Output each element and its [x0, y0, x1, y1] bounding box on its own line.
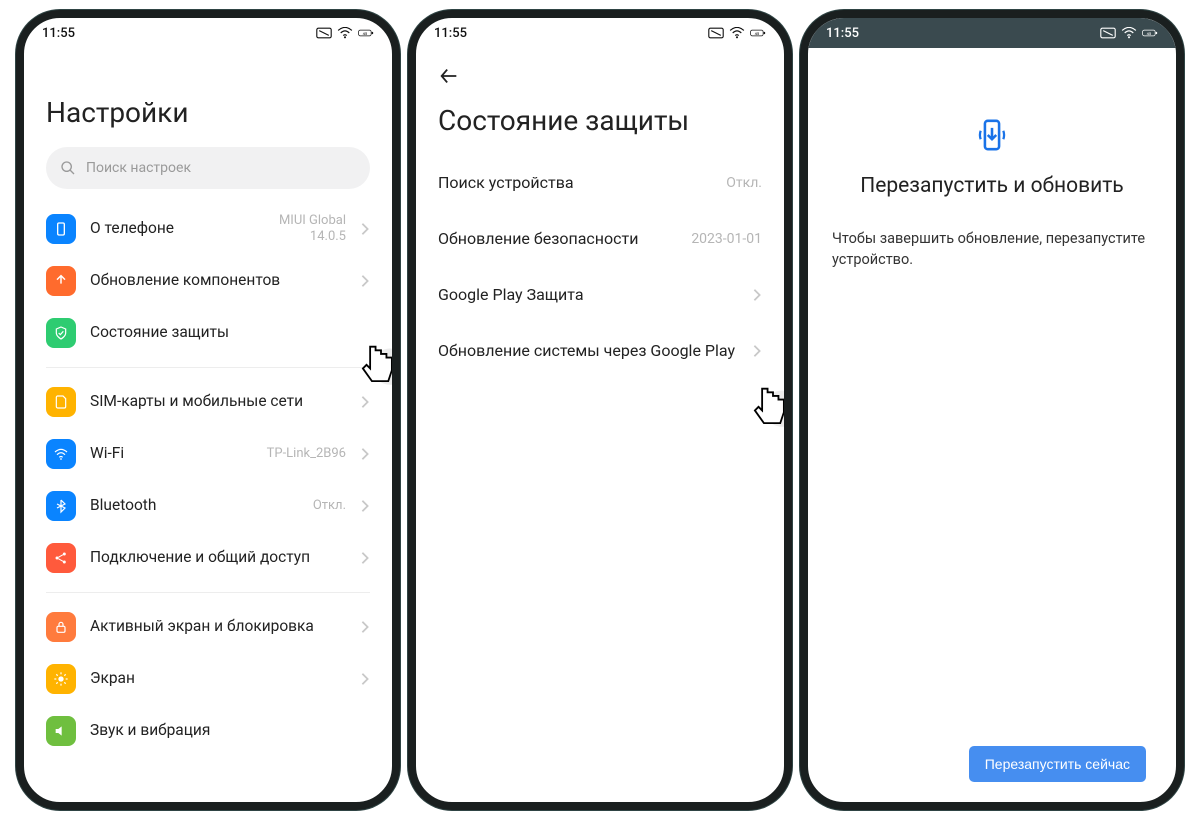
- bluetooth-icon: [46, 491, 76, 521]
- row-label: Bluetooth: [90, 496, 299, 515]
- wifi-icon: [337, 27, 353, 39]
- chevron-right-icon: [360, 274, 370, 288]
- chevron-right-icon: [360, 499, 370, 513]
- row-value: Откл.: [726, 175, 762, 191]
- divider: [46, 592, 370, 593]
- svg-text:45: 45: [755, 31, 760, 36]
- svg-text:45: 45: [363, 31, 368, 36]
- status-time: 11:55: [434, 26, 467, 41]
- dialog-title: Перезапустить и обновить: [860, 174, 1123, 198]
- battery-icon: 45: [358, 27, 374, 39]
- chevron-right-icon: [360, 620, 370, 634]
- wifi-icon: [729, 27, 745, 39]
- chevron-right-icon: [360, 551, 370, 565]
- chevron-right-icon: [752, 344, 762, 358]
- row-display[interactable]: Экран: [46, 653, 370, 705]
- search-placeholder: Поиск настроек: [86, 160, 191, 176]
- speaker-icon: [46, 716, 76, 746]
- row-connection-sharing[interactable]: Подключение и общий доступ: [46, 532, 370, 584]
- row-security-status[interactable]: Состояние защиты: [46, 307, 370, 359]
- status-time: 11:55: [826, 26, 859, 41]
- row-sub: Откл.: [313, 498, 346, 514]
- row-label: SIM-карты и мобильные сети: [90, 392, 346, 411]
- phone-icon: [46, 214, 76, 244]
- back-button[interactable]: [438, 62, 466, 90]
- update-icon: [46, 266, 76, 296]
- chevron-right-icon: [360, 672, 370, 686]
- row-label: Звук и вибрация: [90, 721, 370, 740]
- row-about-phone[interactable]: О телефоне MIUI Global 14.0.5: [46, 203, 370, 255]
- chevron-right-icon: [752, 288, 762, 302]
- search-input[interactable]: Поиск настроек: [46, 147, 370, 189]
- row-label: Подключение и общий доступ: [90, 548, 346, 567]
- battery-icon: 45: [1142, 27, 1158, 39]
- system-update-icon: [975, 118, 1009, 152]
- row-label: Активный экран и блокировка: [90, 617, 346, 636]
- row-component-updates[interactable]: Обновление компонентов: [46, 255, 370, 307]
- row-sim-networks[interactable]: SIM-карты и мобильные сети: [46, 376, 370, 428]
- row-system-update-google-play[interactable]: Обновление системы через Google Play: [438, 323, 762, 379]
- status-bar: 11:55 45: [808, 18, 1176, 48]
- chevron-right-icon: [360, 395, 370, 409]
- status-icons: 45: [316, 27, 374, 39]
- chevron-right-icon: [360, 447, 370, 461]
- status-icons: 45: [1100, 27, 1158, 39]
- no-sim-icon: [1100, 27, 1116, 39]
- dialog-body: Чтобы завершить обновление, перезапустит…: [830, 228, 1154, 270]
- phone-restart-update: 11:55 45 Перезапустить и обновить Чтобы …: [800, 10, 1184, 810]
- row-label: Экран: [90, 669, 346, 688]
- chevron-right-icon: [360, 222, 370, 236]
- brightness-icon: [46, 664, 76, 694]
- phone-settings: 11:55 45 Настройки Поиск настроек О теле…: [16, 10, 400, 810]
- arrow-left-icon: [438, 65, 460, 87]
- row-sound[interactable]: Звук и вибрация: [46, 705, 370, 757]
- shield-check-icon: [46, 318, 76, 348]
- phone-security-status: 11:55 45 Состояние защиты Поиск устройст…: [408, 10, 792, 810]
- share-icon: [46, 543, 76, 573]
- row-security-update[interactable]: Обновление безопасности 2023-01-01: [438, 211, 762, 267]
- row-label: Состояние защиты: [90, 323, 370, 342]
- sim-icon: [46, 387, 76, 417]
- row-label: Обновление безопасности: [438, 229, 681, 249]
- svg-text:45: 45: [1147, 31, 1152, 36]
- row-label: Поиск устройства: [438, 173, 716, 193]
- status-bar: 11:55 45: [24, 18, 392, 48]
- wifi-icon: [46, 439, 76, 469]
- row-wifi[interactable]: Wi-Fi TP-Link_2B96: [46, 428, 370, 480]
- lock-icon: [46, 612, 76, 642]
- divider: [46, 367, 370, 368]
- row-label: О телефоне: [90, 219, 265, 238]
- row-label: Wi-Fi: [90, 444, 253, 463]
- search-icon: [60, 160, 76, 176]
- no-sim-icon: [316, 27, 332, 39]
- page-title: Состояние защиты: [438, 104, 762, 137]
- restart-now-button[interactable]: Перезапустить сейчас: [969, 746, 1146, 782]
- wifi-icon: [1121, 27, 1137, 39]
- row-value: 2023-01-01: [691, 231, 762, 247]
- row-sub: TP-Link_2B96: [267, 446, 346, 462]
- row-sub: MIUI Global 14.0.5: [279, 213, 346, 244]
- no-sim-icon: [708, 27, 724, 39]
- page-title: Настройки: [46, 96, 370, 129]
- row-label: Обновление системы через Google Play: [438, 341, 742, 361]
- row-play-protect[interactable]: Google Play Защита: [438, 267, 762, 323]
- row-find-device[interactable]: Поиск устройства Откл.: [438, 155, 762, 211]
- row-label: Google Play Защита: [438, 285, 742, 305]
- row-label: Обновление компонентов: [90, 271, 346, 290]
- battery-icon: 45: [750, 27, 766, 39]
- status-icons: 45: [708, 27, 766, 39]
- row-lockscreen[interactable]: Активный экран и блокировка: [46, 601, 370, 653]
- row-bluetooth[interactable]: Bluetooth Откл.: [46, 480, 370, 532]
- status-bar: 11:55 45: [416, 18, 784, 48]
- status-time: 11:55: [42, 26, 75, 41]
